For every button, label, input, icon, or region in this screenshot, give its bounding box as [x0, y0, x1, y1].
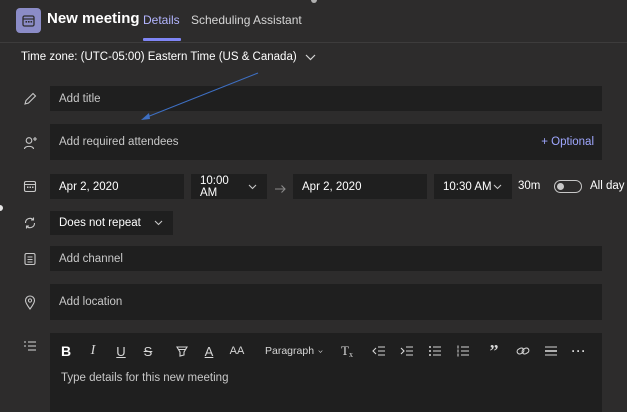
end-date-picker[interactable]: Apr 2, 2020 [293, 174, 427, 199]
all-day-toggle[interactable] [554, 180, 582, 193]
page-title: New meeting [47, 10, 140, 27]
chevron-down-icon [248, 184, 267, 190]
start-time-value: 10:00 AM [200, 174, 229, 199]
tab-details-underline [143, 38, 181, 41]
link-icon[interactable] [515, 343, 531, 359]
underline-icon[interactable]: U [114, 343, 128, 359]
channel-icon [22, 251, 38, 267]
duration-label: 30m [518, 180, 541, 192]
chevron-down-icon [154, 220, 173, 226]
font-color-icon[interactable]: A [202, 343, 216, 359]
start-time-select[interactable]: 10:00 AM [191, 174, 267, 199]
increase-indent-icon[interactable] [399, 343, 415, 359]
attendees-input[interactable]: Add required attendees + Optional [50, 124, 602, 160]
clear-formatting-icon[interactable]: Tx [339, 343, 355, 359]
paragraph-format-select[interactable]: Paragraph [265, 343, 323, 359]
strikethrough-icon[interactable]: S [141, 343, 155, 359]
details-list-icon [22, 338, 38, 354]
start-date-value: Apr 2, 2020 [59, 180, 119, 193]
calendar-icon [22, 178, 38, 194]
repeat-select[interactable]: Does not repeat [50, 211, 173, 235]
bulleted-list-icon[interactable] [427, 343, 443, 359]
channel-input[interactable]: Add channel [50, 246, 602, 271]
more-options-icon[interactable]: ··· [571, 343, 587, 359]
header-divider [0, 42, 627, 43]
pencil-icon [22, 91, 38, 107]
bold-icon[interactable]: B [59, 343, 73, 359]
end-time-value: 10:30 AM [443, 180, 492, 193]
window-edge-dot [0, 205, 3, 211]
tab-scheduling-assistant[interactable]: Scheduling Assistant [191, 13, 302, 27]
timezone-selector[interactable]: Time zone: (UTC-05:00) Eastern Time (US … [21, 51, 316, 63]
quote-icon[interactable]: ” [487, 341, 501, 361]
channel-placeholder: Add channel [59, 252, 123, 265]
details-placeholder: Type details for this new meeting [61, 372, 229, 384]
arrow-right-icon [274, 181, 287, 199]
paragraph-label: Paragraph [265, 345, 315, 357]
end-date-value: Apr 2, 2020 [302, 180, 362, 193]
title-input[interactable]: Add title [50, 86, 602, 111]
optional-attendees-link[interactable]: + Optional [541, 136, 602, 148]
start-date-picker[interactable]: Apr 2, 2020 [50, 174, 184, 199]
font-size-icon[interactable]: AA [229, 343, 245, 359]
attendees-placeholder: Add required attendees [59, 136, 179, 148]
highlight-icon[interactable] [174, 343, 190, 359]
tab-details[interactable]: Details [143, 13, 180, 27]
chevron-down-icon [493, 184, 512, 190]
end-time-select[interactable]: 10:30 AM [434, 174, 512, 199]
chevron-down-icon [305, 54, 316, 60]
decrease-indent-icon[interactable] [371, 343, 387, 359]
numbered-list-icon[interactable] [455, 343, 471, 359]
timezone-label: Time zone: (UTC-05:00) Eastern Time (US … [21, 51, 297, 63]
location-input[interactable]: Add location [50, 284, 602, 320]
repeat-value: Does not repeat [59, 217, 141, 229]
location-placeholder: Add location [59, 296, 123, 308]
italic-icon[interactable]: I [86, 343, 100, 359]
horizontal-rule-icon[interactable] [543, 343, 559, 359]
calendar-app-icon [16, 8, 41, 33]
title-placeholder: Add title [59, 92, 101, 105]
toggle-knob [557, 183, 564, 190]
repeat-icon [22, 215, 38, 231]
add-person-icon [22, 135, 38, 151]
window-edge-dot [311, 0, 317, 3]
all-day-label: All day [590, 180, 625, 192]
chevron-down-icon [318, 349, 323, 353]
location-pin-icon [22, 294, 38, 310]
